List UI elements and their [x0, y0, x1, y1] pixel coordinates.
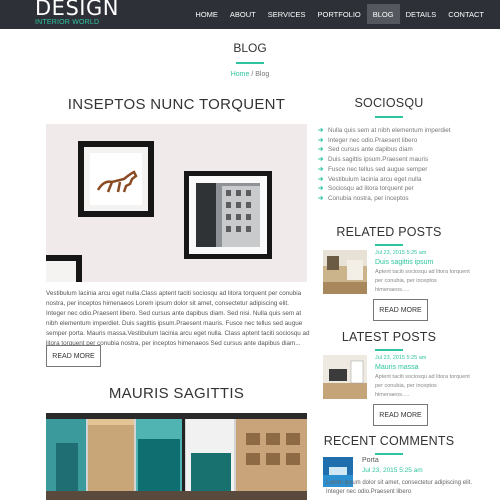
category-label: Duis sagittis ipsum.Praesent mauris	[328, 156, 429, 164]
category-item[interactable]: ➔ Conubia nostra, per inceptos	[318, 194, 488, 204]
recent-comments-heading: RECENT COMMENTS	[323, 434, 455, 448]
latest-post-thumbnail[interactable]	[323, 355, 367, 399]
arrow-right-icon: ➔	[318, 165, 324, 173]
arrow-right-icon: ➔	[318, 156, 324, 164]
nav-portfolio[interactable]: PORTFOLIO	[312, 4, 367, 24]
post-title[interactable]: INSEPTOS NUNC TORQUENT	[46, 96, 307, 113]
title-underline	[236, 62, 264, 64]
post-image[interactable]	[46, 413, 307, 500]
arrow-right-icon: ➔	[318, 185, 324, 193]
latest-posts-heading: LATEST POSTS	[341, 330, 437, 344]
category-item[interactable]: ➔ Nulla quis sem at nibh elementum imperd…	[318, 126, 488, 136]
arrow-right-icon: ➔	[318, 127, 324, 134]
arrow-right-icon: ➔	[318, 146, 324, 154]
post-image[interactable]	[46, 124, 307, 282]
category-label: Vestibulum lacinia arcu eget nulla	[328, 175, 422, 183]
nav-details[interactable]: DETAILS	[400, 4, 443, 24]
latest-post-title[interactable]: Mauris massa	[375, 364, 419, 371]
category-list: ➔ Nulla quis sem at nibh elementum imperd…	[318, 126, 488, 204]
breadcrumb: Home / Blog	[0, 71, 500, 78]
category-item[interactable]: ➔ Sociosqu ad litora torquent per	[318, 184, 488, 194]
nav-about[interactable]: ABOUT	[224, 4, 262, 24]
category-item[interactable]: ➔ Sed cursus ante dapibus diam	[318, 145, 488, 155]
related-post-title[interactable]: Duis sagittis ipsum	[375, 259, 433, 266]
logo-subtitle: INTERIOR WORLD	[35, 19, 100, 26]
heading-underline	[375, 244, 403, 246]
category-item[interactable]: ➔ Integer nec odio.Praesent libero	[318, 136, 488, 146]
category-label: Nulla quis sem at nibh elementum imperdi…	[328, 127, 451, 134]
nav-home[interactable]: HOME	[189, 4, 224, 24]
category-item[interactable]: ➔ Vestibulum lacinia arcu eget nulla	[318, 175, 488, 185]
breadcrumb-current: Blog	[255, 71, 270, 78]
latest-post-text: Aptent taciti sociosqu ad litora torquen…	[375, 374, 470, 398]
read-more-button[interactable]: READ MORE	[373, 404, 428, 426]
site-logo[interactable]: DESIGN INTERIOR WORLD	[35, 0, 119, 26]
category-item[interactable]: ➔ Duis sagittis ipsum.Praesent mauris	[318, 155, 488, 165]
related-post-text: Aptent taciti sociosqu ad litora torquen…	[375, 269, 470, 293]
category-label: Integer nec odio.Praesent libero	[328, 136, 418, 144]
read-more-button[interactable]: READ MORE	[373, 299, 428, 321]
arrow-right-icon: ➔	[318, 175, 324, 183]
post-title[interactable]: MAURIS SAGITTIS	[46, 385, 307, 402]
page-title: BLOG	[233, 41, 267, 55]
comment-text: Lorem ipsum dolor sit amet, consectetur …	[326, 480, 473, 495]
category-label: Sociosqu ad litora torquent per	[328, 185, 414, 193]
category-item[interactable]: ➔ Fusce nec tellus sed augue semper	[318, 165, 488, 175]
arrow-right-icon: ➔	[318, 194, 324, 202]
categories-heading: SOCIOSQU	[354, 96, 424, 110]
heading-underline	[375, 453, 403, 455]
comment-author[interactable]: Porta	[362, 457, 379, 464]
category-label: Conubia nostra, per inceptos	[328, 194, 409, 202]
post-excerpt: Vestibulum lacinia arcu eget nulla.Class…	[46, 290, 310, 347]
nav-services[interactable]: SERVICES	[262, 4, 312, 24]
related-post-thumbnail[interactable]	[323, 250, 367, 294]
category-label: Sed cursus ante dapibus diam	[328, 146, 413, 154]
category-label: Fusce nec tellus sed augue semper	[328, 165, 428, 173]
nav-blog[interactable]: BLOG	[366, 4, 400, 24]
related-posts-heading: RELATED POSTS	[336, 225, 442, 239]
read-more-button[interactable]: READ MORE	[46, 345, 101, 367]
heading-underline	[375, 349, 403, 351]
nav-contact[interactable]: CONTACT	[442, 4, 490, 24]
logo-title: DESIGN	[35, 0, 119, 20]
related-post-date: Jul 23, 2015 5:25 am	[375, 250, 427, 256]
main-nav: HOME ABOUT SERVICES PORTFOLIO BLOG DETAI…	[189, 4, 490, 24]
latest-post-date: Jul 23, 2015 5:25 am	[375, 355, 427, 361]
arrow-right-icon: ➔	[318, 136, 324, 144]
top-navbar: DESIGN INTERIOR WORLD HOME ABOUT SERVICE…	[0, 0, 500, 29]
comment-date: Jul 23, 2015 5:25 am	[362, 467, 423, 474]
heading-underline	[375, 116, 403, 118]
breadcrumb-home-link[interactable]: Home	[231, 71, 250, 78]
